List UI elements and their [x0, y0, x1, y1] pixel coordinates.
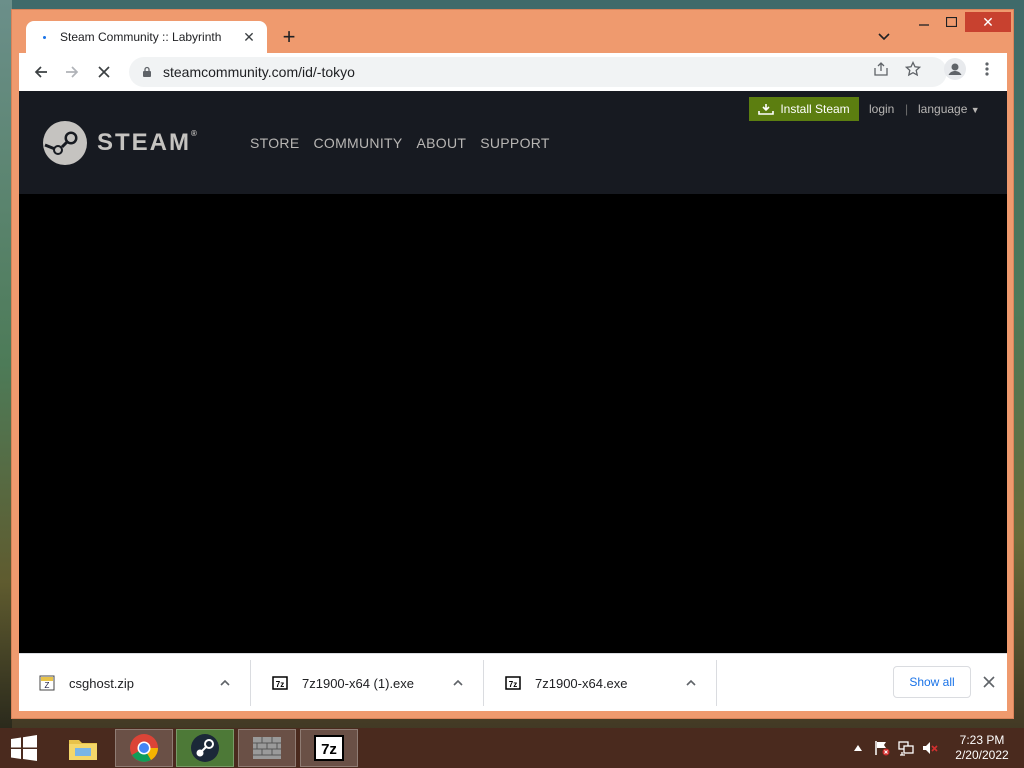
- volume-muted-icon[interactable]: [922, 740, 938, 756]
- lock-icon: [143, 66, 151, 77]
- profile-avatar-icon[interactable]: [943, 57, 967, 81]
- clock-time: 7:23 PM: [959, 733, 1005, 747]
- chevron-up-icon[interactable]: [451, 676, 465, 690]
- steam-logo-text: STEAM®: [97, 129, 199, 156]
- install-steam-label: Install Steam: [780, 102, 850, 116]
- minimize-button[interactable]: [910, 12, 938, 32]
- firewall-icon[interactable]: [238, 729, 296, 767]
- new-tab-button[interactable]: +: [277, 25, 301, 49]
- stop-loading-icon[interactable]: [92, 60, 116, 84]
- address-text: steamcommunity.com/id/-tokyo: [163, 64, 355, 80]
- download-filename: csghost.zip: [69, 675, 135, 691]
- svg-text:7z: 7z: [509, 680, 517, 689]
- install-steam-button[interactable]: Install Steam: [749, 97, 859, 121]
- login-link[interactable]: login: [869, 102, 894, 116]
- nav-community[interactable]: COMMUNITY: [313, 135, 402, 151]
- 7zip-file-icon: 7z: [272, 676, 288, 690]
- bookmark-star-icon[interactable]: [903, 59, 923, 79]
- maximize-button[interactable]: [938, 12, 964, 32]
- svg-text:7z: 7z: [276, 680, 284, 689]
- tab-search-chevron-icon[interactable]: [876, 28, 892, 44]
- windows-start-icon[interactable]: [4, 728, 44, 768]
- download-icon: [758, 104, 775, 115]
- download-item[interactable]: 7z 7z1900-x64.exe: [485, 660, 717, 706]
- svg-text:Z: Z: [45, 681, 50, 690]
- clock-date: 2/20/2022: [955, 748, 1009, 762]
- 7zip-icon[interactable]: 7z: [300, 729, 358, 767]
- 7zip-file-icon: 7z: [505, 676, 521, 690]
- file-explorer-icon[interactable]: [54, 729, 112, 767]
- close-window-button[interactable]: ✕: [965, 12, 1011, 32]
- show-all-button[interactable]: Show all: [893, 666, 971, 698]
- action-center-flag-icon[interactable]: [874, 740, 890, 756]
- steam-nav: STORE COMMUNITY ABOUT SUPPORT: [250, 135, 550, 151]
- download-item[interactable]: 7z 7z1900-x64 (1).exe: [252, 660, 484, 706]
- tab-close-icon[interactable]: ✕: [241, 29, 257, 45]
- steam-icon[interactable]: [176, 729, 234, 767]
- forward-arrow-icon[interactable]: [60, 60, 84, 84]
- browser-window: Steam Community :: Labyrinth ✕ + ✕ steam…: [11, 9, 1014, 719]
- download-filename: 7z1900-x64 (1).exe: [302, 675, 415, 691]
- language-dropdown[interactable]: language ▼: [918, 102, 980, 116]
- nav-about[interactable]: ABOUT: [417, 135, 467, 151]
- taskbar: 7z 7:23 PM 2/20/2022: [0, 728, 1024, 768]
- browser-tab[interactable]: Steam Community :: Labyrinth ✕: [26, 21, 267, 53]
- show-hidden-icons-icon[interactable]: [850, 740, 866, 756]
- downloads-bar: Z csghost.zip 7z 7z1900-x64 (1).exe 7z 7…: [19, 653, 1007, 711]
- download-item[interactable]: Z csghost.zip: [19, 660, 251, 706]
- chevron-up-icon[interactable]: [684, 676, 698, 690]
- steam-logo-icon: [43, 121, 87, 165]
- share-icon[interactable]: [871, 59, 891, 79]
- caret-down-icon: ▼: [970, 105, 980, 115]
- steam-logo[interactable]: STEAM®: [43, 121, 199, 165]
- svg-text:7z: 7z: [321, 741, 337, 758]
- nav-store[interactable]: STORE: [250, 135, 299, 151]
- zip-file-icon: Z: [39, 675, 55, 691]
- address-bar[interactable]: steamcommunity.com/id/-tokyo: [129, 57, 947, 87]
- back-arrow-icon[interactable]: [29, 60, 53, 84]
- nav-support[interactable]: SUPPORT: [480, 135, 550, 151]
- browser-toolbar: steamcommunity.com/id/-tokyo: [19, 53, 1007, 91]
- more-menu-icon[interactable]: [977, 59, 997, 79]
- close-icon[interactable]: [979, 672, 999, 692]
- steam-header: STEAM® STORE COMMUNITY ABOUT SUPPORT Ins…: [19, 91, 1007, 194]
- download-filename: 7z1900-x64.exe: [535, 675, 628, 691]
- system-clock[interactable]: 7:23 PM 2/20/2022: [946, 733, 1018, 763]
- tab-title: Steam Community :: Labyrinth: [60, 30, 222, 44]
- header-separator: |: [905, 102, 909, 116]
- title-bar: Steam Community :: Labyrinth ✕ + ✕: [12, 10, 1013, 53]
- page-content: STEAM® STORE COMMUNITY ABOUT SUPPORT Ins…: [19, 91, 1007, 653]
- network-icon[interactable]: [898, 740, 914, 756]
- chrome-icon[interactable]: [115, 729, 173, 767]
- chevron-up-icon[interactable]: [218, 676, 232, 690]
- loading-favicon-icon: [38, 31, 50, 43]
